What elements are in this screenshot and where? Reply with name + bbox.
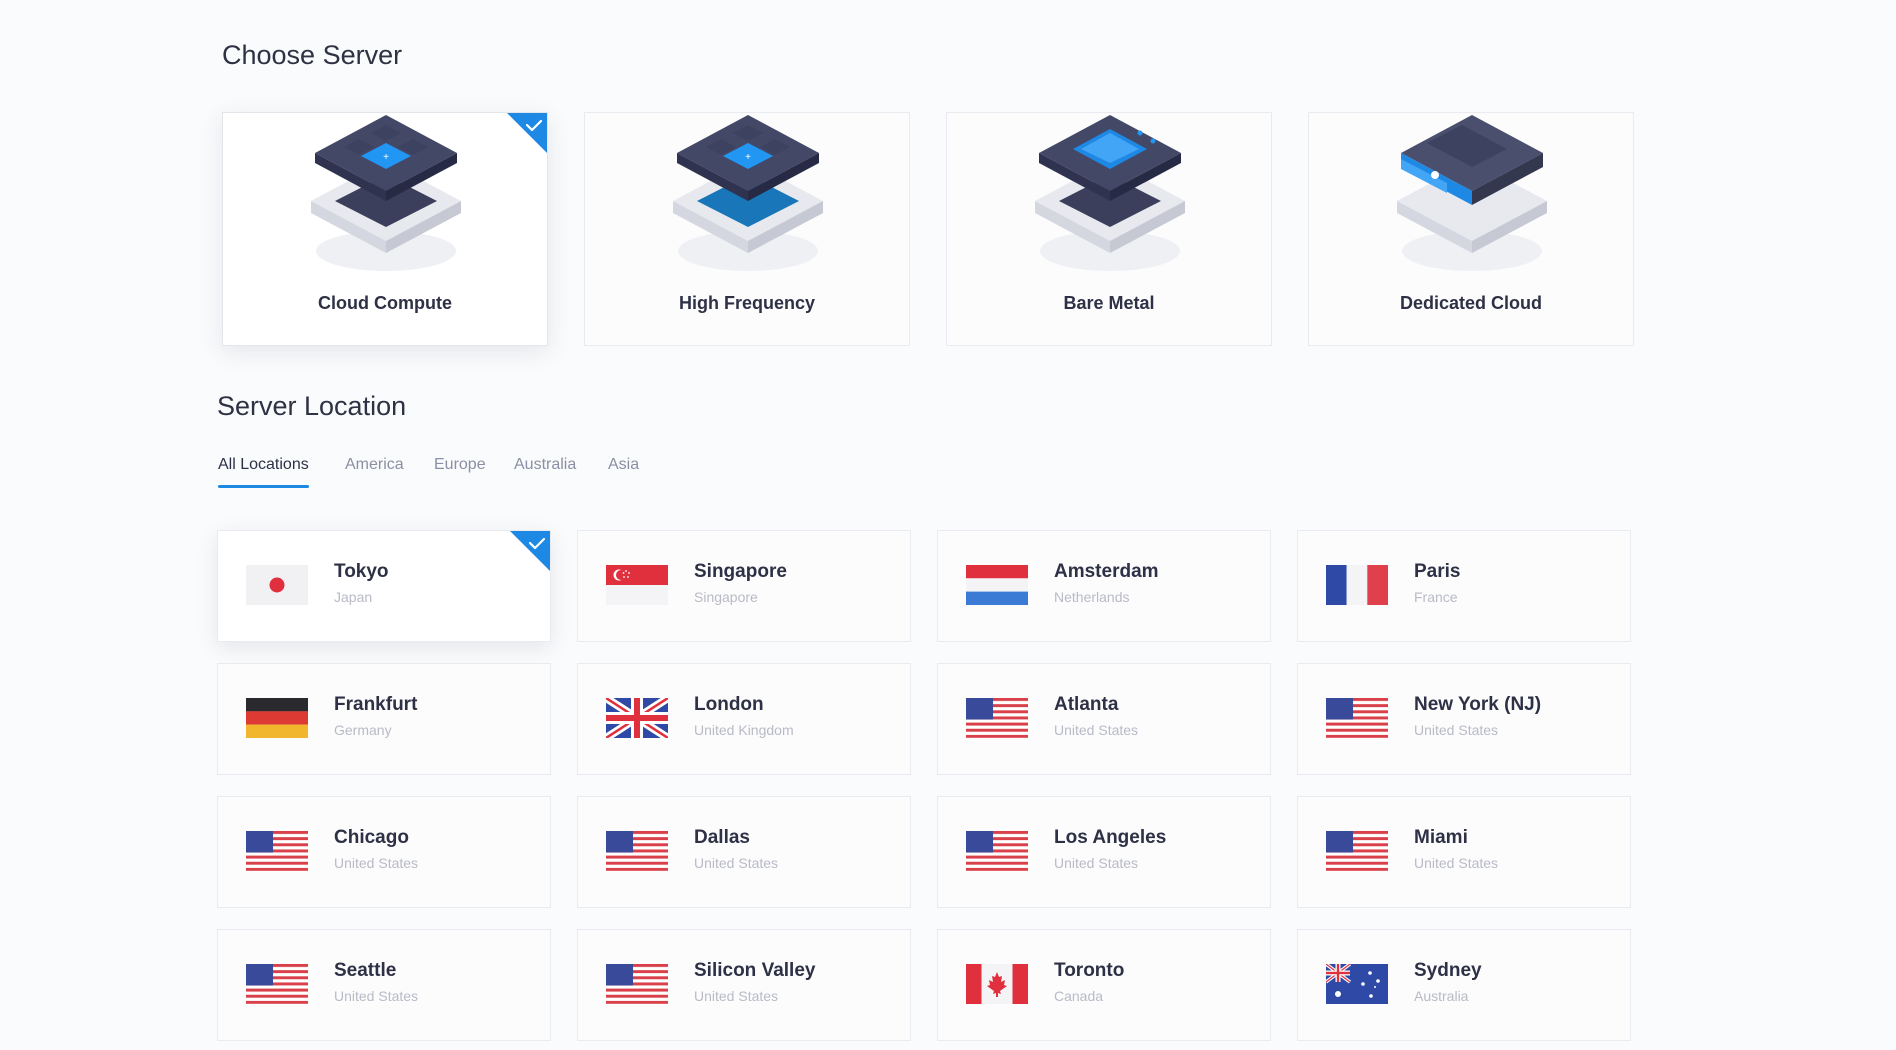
location-card-los-angeles[interactable]: Los Angeles United States (937, 796, 1271, 908)
us-flag-icon (246, 831, 308, 871)
server-card-high-frequency[interactable]: + High Frequency (584, 112, 910, 346)
city-name: Chicago (334, 827, 409, 848)
australia-flag-icon (1326, 964, 1388, 1004)
city-name: Toronto (1054, 960, 1125, 981)
location-card-tokyo[interactable]: Tokyo Japan (217, 530, 551, 642)
selected-check-icon (507, 113, 547, 153)
us-flag-icon (966, 831, 1028, 871)
country-name: United States (1414, 855, 1499, 871)
location-card-paris[interactable]: Paris France (1297, 530, 1631, 642)
france-flag-icon (1326, 565, 1388, 605)
bare-metal-illustration (1035, 115, 1185, 271)
us-flag-icon (1326, 698, 1388, 738)
location-card-seattle[interactable]: Seattle United States (217, 929, 551, 1041)
japan-flag-icon (246, 565, 308, 605)
dedicated-cloud-illustration (1397, 115, 1547, 271)
country-name: Japan (334, 589, 373, 605)
us-flag-icon (606, 964, 668, 1004)
choose-server-title: Choose Server (222, 40, 403, 70)
tab-america[interactable]: America (345, 456, 404, 484)
tab-europe[interactable]: Europe (434, 456, 486, 484)
us-flag-icon (966, 698, 1028, 738)
server-card-bare-metal[interactable]: Bare Metal (946, 112, 1272, 346)
server-card-cloud-compute[interactable]: + Cloud Compute (222, 112, 548, 346)
server-type-list: + Cloud Compute + High Frequency Bare Me… (222, 112, 1634, 348)
tab-asia[interactable]: Asia (608, 456, 639, 484)
location-card-london[interactable]: London United Kingdom (577, 663, 911, 775)
country-name: United States (694, 988, 779, 1004)
location-card-frankfurt[interactable]: Frankfurt Germany (217, 663, 551, 775)
city-name: Atlanta (1054, 694, 1119, 715)
location-card-silicon-valley[interactable]: Silicon Valley United States (577, 929, 911, 1041)
city-name: Seattle (334, 960, 397, 981)
country-name: Australia (1414, 988, 1469, 1004)
city-name: London (694, 694, 764, 715)
server-card-dedicated-cloud[interactable]: Dedicated Cloud (1308, 112, 1634, 346)
us-flag-icon (606, 831, 668, 871)
city-name: Singapore (694, 561, 787, 582)
city-name: Dallas (694, 827, 750, 848)
city-name: Los Angeles (1054, 827, 1167, 848)
location-card-amsterdam[interactable]: Amsterdam Netherlands (937, 530, 1271, 642)
location-card-new-york[interactable]: New York (NJ) United States (1297, 663, 1631, 775)
city-name: Silicon Valley (694, 960, 816, 981)
location-card-atlanta[interactable]: Atlanta United States (937, 663, 1271, 775)
country-name: Singapore (694, 589, 758, 605)
server-card-label: Cloud Compute (318, 293, 452, 313)
country-name: United States (1414, 722, 1499, 738)
us-flag-icon (1326, 831, 1388, 871)
country-name: United Kingdom (694, 722, 794, 738)
singapore-flag-icon (606, 565, 668, 605)
server-card-label: High Frequency (678, 293, 816, 313)
country-name: Canada (1054, 988, 1104, 1004)
server-card-label: Bare Metal (1063, 293, 1155, 313)
svg-text:+: + (745, 152, 751, 163)
city-name: New York (NJ) (1414, 694, 1542, 715)
netherlands-flag-icon (966, 565, 1028, 605)
location-card-singapore[interactable]: Singapore Singapore (577, 530, 911, 642)
location-card-sydney[interactable]: Sydney Australia (1297, 929, 1631, 1041)
selected-check-icon (510, 531, 550, 571)
country-name: United States (694, 855, 779, 871)
city-name: Paris (1414, 561, 1461, 582)
tab-all-locations[interactable]: All Locations (218, 456, 309, 488)
country-name: United States (334, 855, 419, 871)
city-name: Miami (1414, 827, 1468, 848)
city-name: Amsterdam (1054, 561, 1159, 582)
location-card-miami[interactable]: Miami United States (1297, 796, 1631, 908)
high-frequency-illustration: + (673, 115, 823, 271)
location-grid: Tokyo Japan Singapore Singapore Amsterda… (217, 530, 1631, 1041)
server-location-title: Server Location (217, 391, 407, 421)
country-name: United States (334, 988, 419, 1004)
us-flag-icon (246, 964, 308, 1004)
country-name: Germany (334, 722, 392, 738)
canada-flag-icon (966, 964, 1028, 1004)
location-card-dallas[interactable]: Dallas United States (577, 796, 911, 908)
uk-flag-icon (606, 698, 668, 738)
svg-text:+: + (383, 152, 389, 163)
city-name: Sydney (1414, 960, 1482, 981)
cloud-compute-illustration: + (311, 115, 461, 271)
city-name: Tokyo (334, 561, 389, 582)
country-name: Netherlands (1054, 589, 1130, 605)
location-card-chicago[interactable]: Chicago United States (217, 796, 551, 908)
location-card-toronto[interactable]: Toronto Canada (937, 929, 1271, 1041)
country-name: United States (1054, 722, 1139, 738)
country-name: France (1414, 589, 1458, 605)
country-name: United States (1054, 855, 1139, 871)
germany-flag-icon (246, 698, 308, 738)
tab-australia[interactable]: Australia (514, 456, 576, 484)
server-card-label: Dedicated Cloud (1399, 293, 1542, 313)
city-name: Frankfurt (334, 694, 418, 715)
